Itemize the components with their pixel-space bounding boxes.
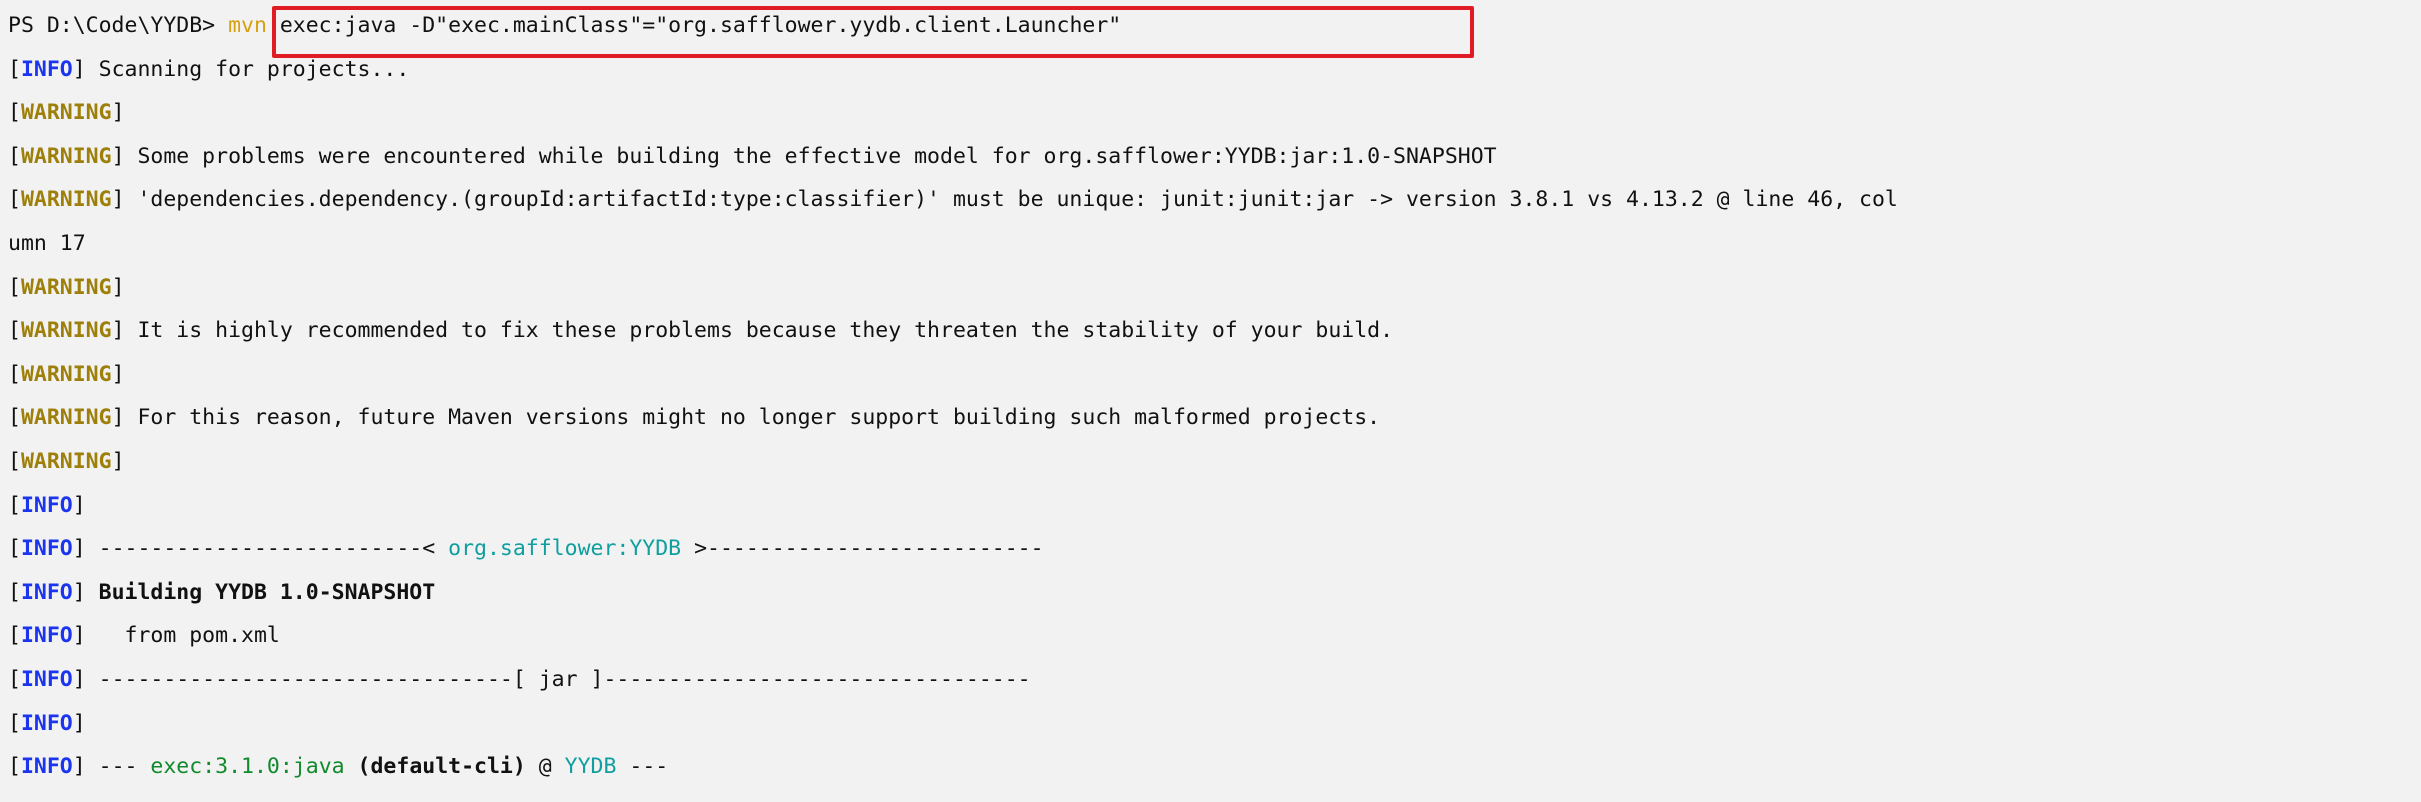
- token-default: PS D:\Code\YYDB>: [8, 13, 216, 38]
- token-bold: Building YYDB 1.0-SNAPSHOT: [98, 579, 436, 605]
- token-info: INFO: [20, 623, 73, 649]
- token-bracket: ]: [111, 405, 125, 431]
- token-bracket: [: [8, 623, 21, 649]
- token-dash: >--------------------------: [681, 536, 1044, 562]
- token-bracket: [: [8, 56, 21, 82]
- token-bracket: ]: [111, 448, 125, 474]
- token-bracket: [: [8, 754, 21, 780]
- token-bracket: [: [8, 710, 21, 736]
- token-bracket: ]: [72, 710, 86, 736]
- token-bracket: [: [8, 100, 21, 126]
- token-teal: org.safflower:YYDB: [448, 536, 682, 562]
- terminal-line-warning-blank-2: [WARNING]: [8, 266, 2421, 310]
- token-bracket: ]: [72, 492, 86, 518]
- token-bracket: [: [8, 666, 21, 692]
- terminal-line-warning-blank-4: [WARNING]: [8, 440, 2421, 484]
- token-warning: WARNING: [20, 100, 112, 126]
- token-green: exec:3.1.0:java: [150, 754, 345, 780]
- token-default: Scanning for projects...: [85, 56, 410, 82]
- token-default: umn 17: [8, 230, 86, 256]
- token-default: @: [525, 754, 565, 780]
- terminal-line-info-from-pom: [INFO] from pom.xml: [8, 614, 2421, 658]
- token-warning: WARNING: [20, 405, 112, 431]
- token-bracket: ]: [72, 56, 86, 82]
- terminal-line-info-scanning: [INFO] Scanning for projects...: [8, 48, 2421, 92]
- token-bracket: [: [8, 318, 21, 344]
- token-info: INFO: [20, 754, 73, 780]
- token-default: It is highly recommended to fix these pr…: [124, 318, 1394, 344]
- token-bracket: [: [8, 536, 21, 562]
- token-bracket: [: [8, 187, 21, 213]
- token-dash: -------------------------<: [85, 536, 449, 562]
- token-bracket: ]: [111, 143, 125, 169]
- token-dash: --------------------------------[: [85, 666, 539, 692]
- token-default: Some problems were encountered while bui…: [124, 143, 1497, 169]
- token-warning: WARNING: [20, 274, 112, 300]
- token-info: INFO: [20, 536, 73, 562]
- terminal-line-warning-some-problems: [WARNING] Some problems were encountered…: [8, 135, 2421, 179]
- token-warning: WARNING: [20, 187, 112, 213]
- terminal-line-info-project-banner: [INFO] -------------------------< org.sa…: [8, 527, 2421, 571]
- token-default: [345, 754, 358, 779]
- token-bold: (default-cli): [357, 754, 526, 780]
- token-default: 'dependencies.dependency.(groupId:artifa…: [124, 187, 1898, 213]
- token-bracket: [: [8, 492, 21, 518]
- token-bracket: ]: [111, 187, 125, 213]
- terminal-window[interactable]: PS D:\Code\YYDB> mvn exec:java -D"exec.m…: [0, 0, 2421, 802]
- token-default: jar: [538, 666, 578, 692]
- token-bracket: [: [8, 405, 21, 431]
- terminal-output: PS D:\Code\YYDB> mvn exec:java -D"exec.m…: [8, 4, 2421, 789]
- terminal-line-warning-duplicate-dependency-wrap: umn 17: [8, 222, 2421, 266]
- terminal-line-warning-blank-3: [WARNING]: [8, 353, 2421, 397]
- token-dash: ---: [85, 754, 151, 780]
- token-bracket: ]: [72, 536, 86, 562]
- token-warning: WARNING: [20, 448, 112, 474]
- terminal-line-info-exec-goal: [INFO] --- exec:3.1.0:java (default-cli)…: [8, 745, 2421, 789]
- terminal-line-warning-blank-1: [WARNING]: [8, 91, 2421, 135]
- token-default: exec:java -D"exec.mainClass"="org.safflo…: [266, 13, 1122, 38]
- token-bracket: [: [8, 579, 21, 605]
- token-bracket: ]: [111, 274, 125, 300]
- terminal-line-warning-highly-recommended: [WARNING] It is highly recommended to fi…: [8, 309, 2421, 353]
- token-bracket: ]: [111, 318, 125, 344]
- terminal-line-prompt-line: PS D:\Code\YYDB> mvn exec:java -D"exec.m…: [8, 4, 2421, 48]
- token-bracket: ]: [72, 666, 86, 692]
- token-bracket: [: [8, 448, 21, 474]
- token-dash: ---: [616, 754, 669, 780]
- token-default: [215, 13, 228, 38]
- token-bracket: ]: [72, 754, 86, 780]
- token-teal: YYDB: [564, 754, 617, 780]
- token-default: For this reason, future Maven versions m…: [124, 405, 1381, 431]
- token-info: INFO: [20, 492, 73, 518]
- token-bracket: ]: [72, 623, 86, 649]
- token-bracket: [: [8, 361, 21, 387]
- token-warning: WARNING: [20, 318, 112, 344]
- token-info: INFO: [20, 666, 73, 692]
- terminal-line-warning-duplicate-dependency: [WARNING] 'dependencies.dependency.(grou…: [8, 178, 2421, 222]
- token-default: [86, 580, 99, 605]
- token-default: from pom.xml: [85, 623, 280, 649]
- token-dash: ]---------------------------------: [577, 666, 1031, 692]
- terminal-line-info-packaging-banner: [INFO] --------------------------------[…: [8, 658, 2421, 702]
- token-bracket: [: [8, 143, 21, 169]
- token-warning: WARNING: [20, 361, 112, 387]
- token-cmd: mvn: [228, 13, 267, 38]
- token-bracket: ]: [111, 361, 125, 387]
- token-info: INFO: [20, 579, 73, 605]
- token-info: INFO: [20, 56, 73, 82]
- terminal-line-info-blank-2: [INFO]: [8, 702, 2421, 746]
- terminal-line-warning-future-maven: [WARNING] For this reason, future Maven …: [8, 396, 2421, 440]
- token-bracket: ]: [72, 579, 86, 605]
- token-info: INFO: [20, 710, 73, 736]
- terminal-line-info-blank-1: [INFO]: [8, 484, 2421, 528]
- terminal-line-info-building: [INFO] Building YYDB 1.0-SNAPSHOT: [8, 571, 2421, 615]
- token-bracket: [: [8, 274, 21, 300]
- token-warning: WARNING: [20, 143, 112, 169]
- token-bracket: ]: [111, 100, 125, 126]
